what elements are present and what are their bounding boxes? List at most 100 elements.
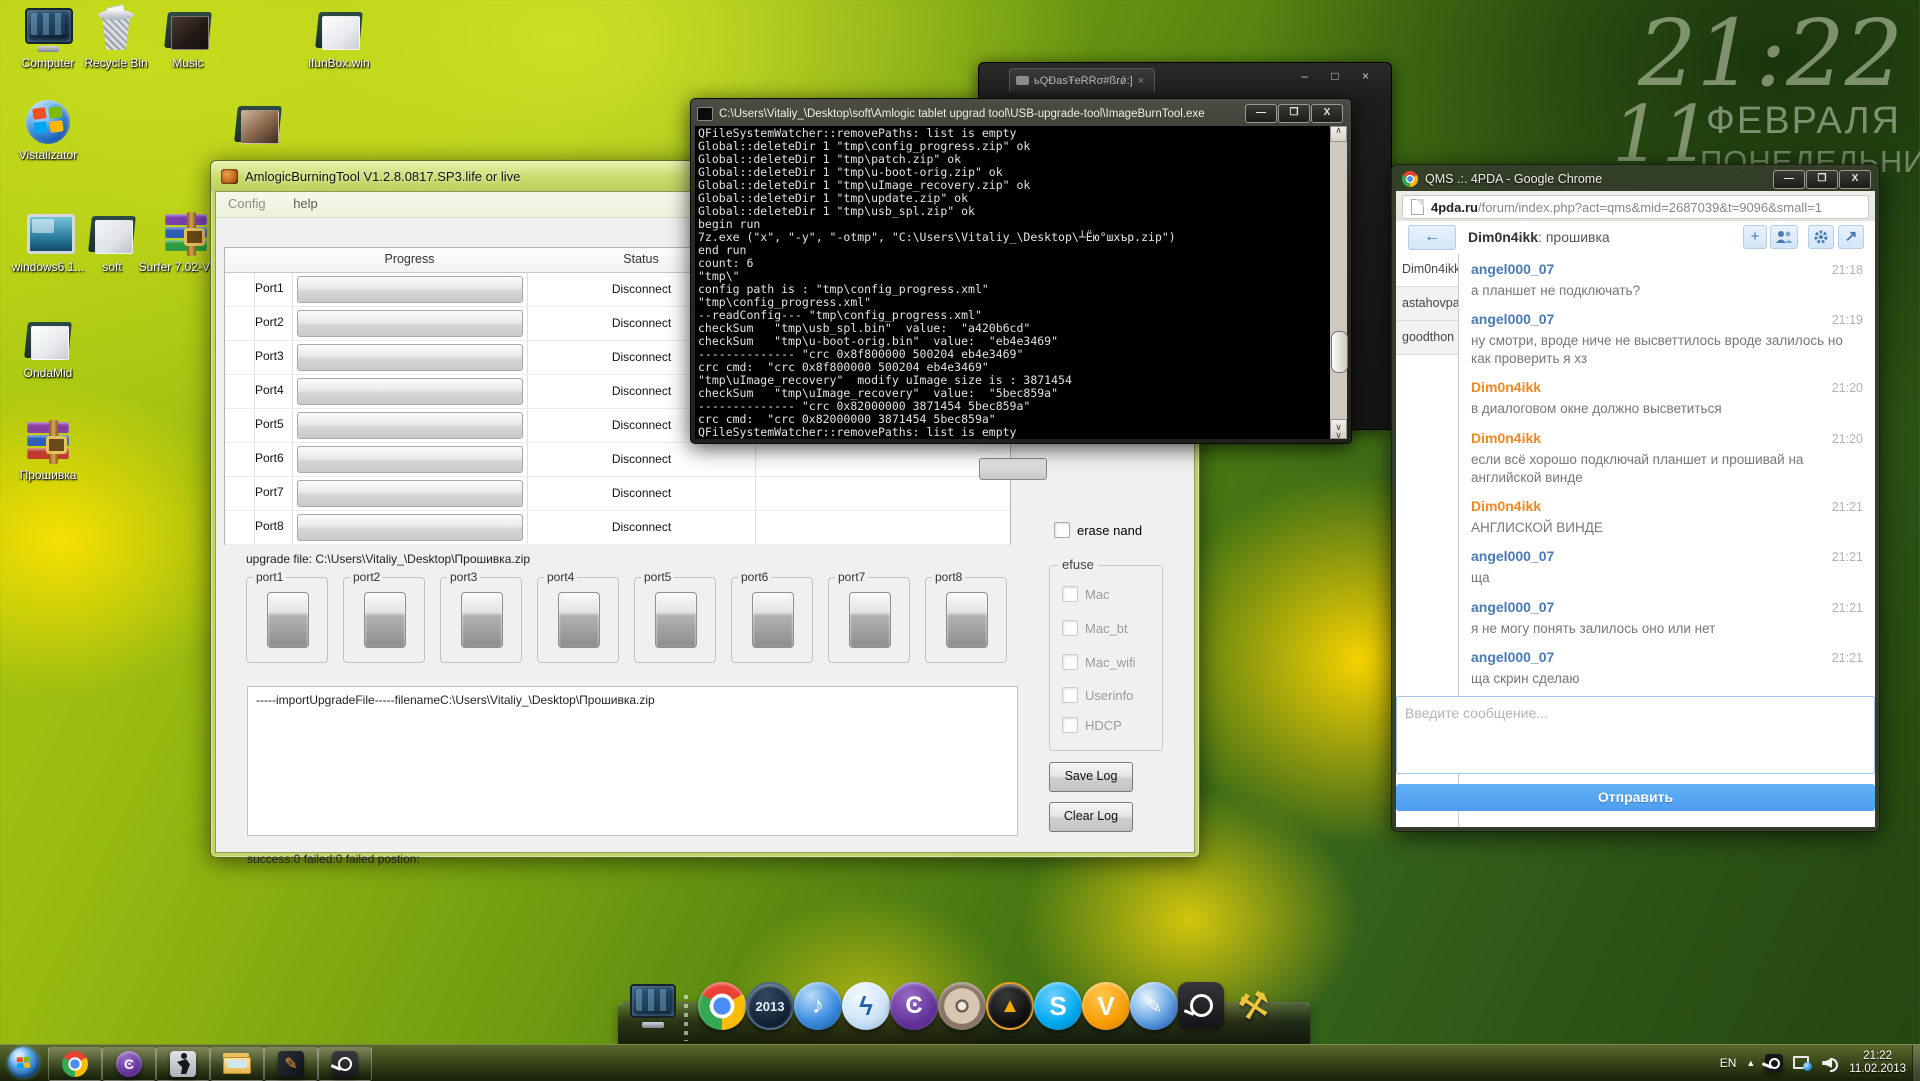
dock-skype[interactable]: S: [1034, 982, 1082, 1030]
itunes-icon: ♪: [794, 982, 842, 1030]
checkbox-box[interactable]: [1054, 522, 1070, 538]
dock-2013-app[interactable]: 2013: [746, 982, 794, 1030]
desktop-icon-ifunbox[interactable]: ifunBox.win: [291, 6, 387, 71]
ifunbox-folder-icon: [314, 6, 364, 54]
port3-box: port3: [440, 577, 522, 663]
url-path: /forum/index.php?act=qms&mid=2687039&t=9…: [1478, 200, 1822, 215]
device-thumbnail: [364, 592, 406, 648]
chat-message: angel000_0721:21ща: [1459, 541, 1875, 591]
desktop-icon-music[interactable]: Music: [140, 6, 236, 71]
chrome-window-title: QMS .:. 4PDA - Google Chrome: [1425, 172, 1602, 186]
taskbar-counter-strike[interactable]: [156, 1047, 210, 1081]
efuse-userinfo-checkbox[interactable]: Userinfo: [1062, 687, 1133, 703]
language-indicator[interactable]: EN: [1720, 1056, 1737, 1070]
browser-tab[interactable]: ьQÐasŦeŔŔσ#ßrǿ:] ×: [1009, 68, 1155, 92]
device-thumbnail: [558, 592, 600, 648]
taskbar-clock[interactable]: 21:22 11.02.2013: [1849, 1050, 1906, 1076]
progress-bar: [297, 276, 523, 303]
sidebar-contact-dim0n4ikk[interactable]: Dim0n4ikk: [1396, 253, 1458, 287]
erase-nand-checkbox[interactable]: erase nand: [1054, 522, 1142, 538]
dock-steam[interactable]: [1178, 982, 1226, 1030]
save-log-button[interactable]: Save Log: [1049, 762, 1133, 792]
menu-config[interactable]: Config: [216, 192, 278, 215]
dock-computer[interactable]: [628, 982, 676, 1030]
chrome-title-bar[interactable]: QMS .:. 4PDA - Google Chrome: [1402, 170, 1769, 188]
dock-tools-app[interactable]: ⚒: [1230, 982, 1278, 1030]
menu-help[interactable]: help: [281, 192, 330, 215]
dock-daemon-tools[interactable]: ϟ: [842, 982, 890, 1030]
taskbar-steam[interactable]: [318, 1047, 372, 1081]
taskbar-chrome[interactable]: [48, 1047, 102, 1081]
amlogic-window-title: AmlogicBurningTool V1.2.8.0817.SP3.life …: [245, 169, 520, 184]
close-button[interactable]: X: [1839, 170, 1871, 189]
console-scrollbar[interactable]: ∧ ∨∨: [1330, 126, 1347, 439]
sidebar-contact-goodthon[interactable]: goodthon: [1396, 321, 1458, 355]
tab-close-icon[interactable]: ×: [1138, 75, 1144, 87]
add-button[interactable]: +: [1743, 225, 1767, 249]
device-thumbnail: [267, 592, 309, 648]
vistalizator-icon: [23, 98, 73, 146]
efuse-hdcp-checkbox[interactable]: HDCP: [1062, 717, 1122, 733]
dock-disc-burner[interactable]: [938, 982, 986, 1030]
progress-bar: [297, 310, 523, 337]
dock-internet-globe[interactable]: ✎: [1130, 982, 1178, 1030]
close-button[interactable]: X: [1311, 104, 1343, 123]
taskbar-explorer[interactable]: [210, 1047, 264, 1081]
desktop-icon-ondamid[interactable]: OndaMid: [0, 316, 96, 381]
start-button[interactable]: [8, 1047, 39, 1078]
address-bar[interactable]: 4pda.ru/forum/index.php?act=qms&mid=2687…: [1402, 195, 1869, 219]
send-button[interactable]: Отправить: [1396, 784, 1875, 811]
minimize-button[interactable]: —: [1773, 170, 1805, 189]
restore-button[interactable]: ❐: [1278, 104, 1310, 123]
minimize-button[interactable]: —: [1245, 104, 1277, 123]
burn-log-area[interactable]: -----importUpgradeFile-----filenameC:\Us…: [247, 686, 1018, 836]
port8-box: port8: [925, 577, 1007, 663]
gadget-month: ФЕВРАЛЯ: [1706, 100, 1901, 143]
messages-list[interactable]: Dim0n4ikk21:18ну как angel000_0721:18а п…: [1459, 253, 1875, 692]
cs-icon: [170, 1051, 196, 1077]
dock-aimp[interactable]: ▲: [986, 982, 1034, 1030]
bittorrent-icon: Ͼ: [890, 982, 938, 1030]
restore-button[interactable]: ❐: [1806, 170, 1838, 189]
efuse-mac-wifi-checkbox[interactable]: Mac_wifi: [1062, 654, 1136, 670]
taskbar-bittorrent[interactable]: Ͼ: [102, 1047, 156, 1081]
chat-bubble-icon: [1016, 76, 1029, 85]
back-button[interactable]: ←: [1408, 225, 1456, 250]
scroll-down-icon[interactable]: ∨∨: [1330, 419, 1347, 439]
port7-box: port7: [828, 577, 910, 663]
hidden-icons-chevron[interactable]: ▲: [1746, 1058, 1755, 1068]
taskbar-feather-app[interactable]: ✎: [264, 1047, 318, 1081]
message-input[interactable]: Введите сообщение...: [1396, 696, 1875, 774]
steam-tray-icon[interactable]: [1765, 1054, 1783, 1072]
cmd-icon: [697, 107, 713, 121]
network-tray-icon[interactable]: [1793, 1056, 1812, 1071]
chat-message: angel000_0721:21я не могу понять залилос…: [1459, 592, 1875, 642]
dock-bittorrent[interactable]: Ͼ: [890, 982, 938, 1030]
desktop-icon-vistalizator[interactable]: Vistalizator: [0, 98, 96, 163]
amlogic-app-icon: [221, 169, 238, 184]
settings-button[interactable]: [1808, 225, 1834, 249]
contacts-button[interactable]: [1770, 225, 1798, 249]
console-line: count: 6: [698, 257, 1327, 270]
clear-log-button[interactable]: Clear Log: [1049, 802, 1133, 832]
dock-itunes[interactable]: ♪: [794, 982, 842, 1030]
steam-icon: [332, 1051, 358, 1077]
efuse-mac-checkbox[interactable]: Mac: [1062, 586, 1110, 602]
dock-v-app[interactable]: V: [1082, 982, 1130, 1030]
sidebar-contact-astahovpav[interactable]: astahovpav: [1396, 287, 1458, 321]
scrollbar-thumb[interactable]: [1331, 331, 1348, 373]
chrome-icon: [62, 1051, 88, 1077]
volume-tray-icon[interactable]: [1822, 1056, 1839, 1070]
desktop-icon-picture-folder[interactable]: [228, 100, 288, 148]
qms-header-bar: ← Dim0n4ikk: прошивка + ↗: [1396, 221, 1875, 254]
open-full-button[interactable]: ↗: [1838, 225, 1864, 249]
console-title-bar[interactable]: C:\Users\Vitaliy_\Desktop\soft\Amlogic t…: [697, 105, 1241, 123]
efuse-mac-bt-checkbox[interactable]: Mac_bt: [1062, 620, 1128, 636]
desktop-icon-proshivka[interactable]: Прошивка: [0, 418, 96, 483]
show-desktop-button[interactable]: [1912, 1045, 1920, 1081]
partially-hidden-button[interactable]: [979, 458, 1047, 480]
scroll-up-icon[interactable]: ∧: [1330, 126, 1347, 142]
dark-window-controls[interactable]: – □ ×: [1301, 69, 1379, 83]
dock-chrome[interactable]: [698, 982, 746, 1030]
port6-box: port6: [731, 577, 813, 663]
